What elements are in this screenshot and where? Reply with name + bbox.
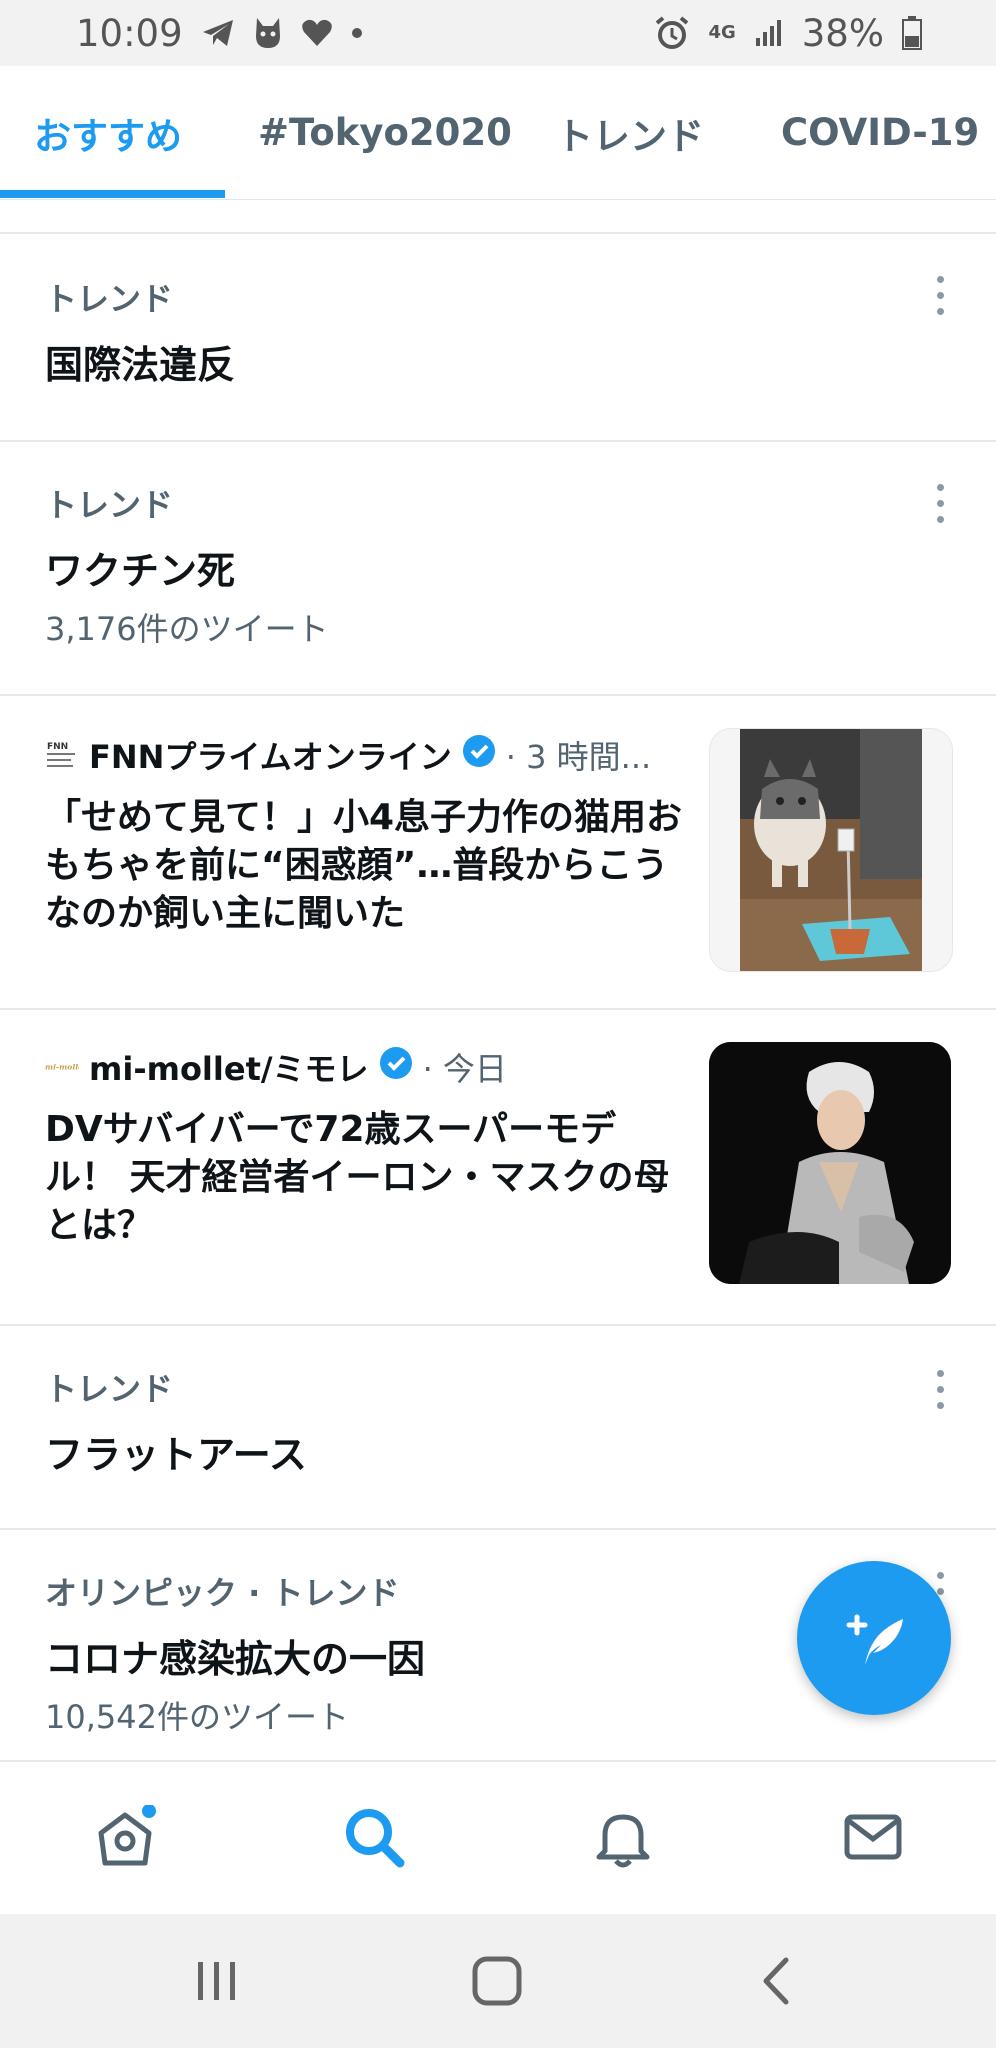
- compose-feather-icon: [846, 1614, 903, 1665]
- heart-icon: [301, 18, 333, 48]
- news-item[interactable]: FNN FNNプライムオンライン · 3 時間... 「せめて見て！」小4息子力…: [0, 696, 996, 1008]
- fnn-logo: FNN: [45, 738, 79, 772]
- network-type: 4G: [708, 22, 736, 43]
- tab-recommended[interactable]: おすすめ: [34, 66, 182, 199]
- home-system-button[interactable]: [470, 1954, 524, 2008]
- verified-badge-icon: [462, 734, 496, 776]
- more-options-icon[interactable]: [934, 276, 946, 316]
- verified-badge-icon: [379, 1046, 413, 1088]
- battery-icon: [902, 16, 922, 50]
- status-time: 10:09: [76, 11, 183, 55]
- battery-percent: 38%: [801, 11, 884, 55]
- news-source-name: FNNプライムオンライン: [89, 738, 452, 776]
- active-tab-indicator: [0, 190, 225, 198]
- explore-tabs: おすすめ #Tokyo2020 トレンド COVID-19: [0, 66, 996, 200]
- trend-label: トレンド: [45, 280, 174, 318]
- telegram-icon: [201, 18, 235, 48]
- tweet-count: 10,542件のツイート: [45, 1698, 349, 1736]
- trend-title: ワクチン死: [45, 549, 236, 593]
- bottom-navigation: [0, 1760, 996, 1916]
- trend-item[interactable]: トレンド ワクチン死 3,176件のツイート: [0, 442, 996, 694]
- news-time: · 3 時間...: [505, 738, 652, 776]
- svg-text:FNN: FNN: [47, 742, 68, 752]
- tab-covid19[interactable]: COVID-19: [781, 66, 979, 199]
- trend-title: コロナ感染拡大の一因: [45, 1637, 426, 1681]
- system-navigation-bar: [0, 1914, 996, 2048]
- news-source-row: FNN FNNプライムオンライン · 3 時間...: [45, 732, 651, 778]
- messages-icon: [844, 1814, 902, 1860]
- trend-label: オリンピック · トレンド: [45, 1574, 400, 1612]
- trend-title: フラットアース: [45, 1433, 307, 1477]
- tab-tokyo2020[interactable]: #Tokyo2020: [258, 66, 512, 199]
- news-item[interactable]: mi-mollet mi-mollet/ミモレ · 今日 DVサバイバーで72歳…: [0, 1010, 996, 1324]
- back-button[interactable]: [752, 1954, 802, 2008]
- notifications-icon: [596, 1814, 650, 1868]
- nav-search[interactable]: [339, 1802, 409, 1872]
- more-options-icon[interactable]: [934, 484, 946, 524]
- tab-trends[interactable]: トレンド: [556, 66, 704, 199]
- compose-tweet-button[interactable]: [797, 1561, 951, 1715]
- mimollet-logo: mi-mollet: [45, 1050, 79, 1084]
- news-thumbnail[interactable]: [709, 1042, 951, 1284]
- news-source-row: mi-mollet mi-mollet/ミモレ · 今日: [45, 1044, 507, 1090]
- news-source-name: mi-mollet/ミモレ: [89, 1050, 369, 1088]
- back-chevron-icon: [763, 1957, 789, 2005]
- nav-home[interactable]: [90, 1802, 160, 1872]
- more-options-icon[interactable]: [934, 1370, 946, 1410]
- trend-item[interactable]: トレンド 国際法違反: [0, 234, 996, 440]
- home-icon: [98, 1805, 156, 1866]
- tweet-count: 3,176件のツイート: [45, 610, 329, 648]
- status-bar: 10:09 4G 38%: [0, 0, 996, 66]
- svg-text:mi-mollet: mi-mollet: [45, 1063, 79, 1072]
- news-time: · 今日: [422, 1050, 507, 1088]
- home-square-icon: [472, 1956, 522, 2006]
- trend-label: トレンド: [45, 1370, 174, 1408]
- recent-apps-button[interactable]: [192, 1956, 242, 2006]
- signal-icon: [754, 18, 784, 48]
- recent-apps-icon: [198, 1962, 235, 2000]
- cat-app-icon: [253, 16, 283, 50]
- search-icon: [346, 1809, 405, 1868]
- news-thumbnail[interactable]: [709, 728, 953, 972]
- news-title: 「せめて見て！」小4息子力作の猫用おもちゃを前に“困惑顔”…普段からこうなのか飼…: [45, 797, 683, 934]
- trend-item[interactable]: トレンド フラットアース: [0, 1326, 996, 1528]
- trend-title: 国際法違反: [45, 343, 236, 387]
- news-title: DVサバイバーで72歳スーパーモデル！ 天才経営者イーロン・マスクの母とは？: [45, 1109, 670, 1246]
- notification-dot-icon: [351, 27, 363, 39]
- nav-notifications[interactable]: [588, 1802, 658, 1872]
- alarm-icon: [654, 15, 690, 51]
- nav-messages[interactable]: [838, 1802, 908, 1872]
- trend-label: トレンド: [45, 486, 174, 524]
